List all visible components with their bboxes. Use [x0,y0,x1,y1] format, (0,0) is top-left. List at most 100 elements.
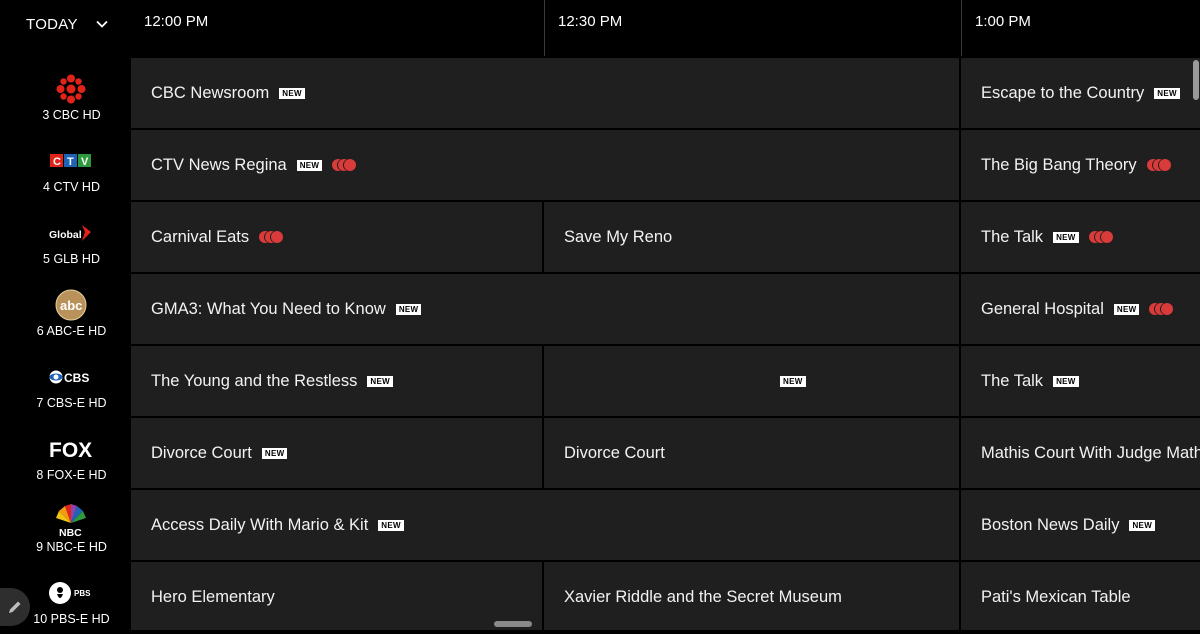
new-badge: NEW [395,303,422,315]
program-title: Mathis Court With Judge Mathis [981,443,1200,462]
ctv-logo-icon: C T V [41,142,101,180]
day-selector-label: TODAY [26,16,78,33]
record-series-icon [1149,302,1175,316]
program-cell[interactable]: The Talk NEW [961,346,1200,416]
channel-item[interactable]: abc 6 ABC-E HD [0,274,131,346]
time-slot-label: 12:00 PM [144,13,209,30]
svg-text:NBC: NBC [59,527,82,539]
svg-text:Global: Global [49,229,82,241]
day-selector[interactable]: TODAY [0,0,131,48]
program-title: Divorce Court [564,443,665,462]
program-title: CBC Newsroom [151,83,270,102]
program-cell[interactable]: Escape to the Country NEW [961,58,1200,128]
program-title: The Talk [981,371,1044,390]
vertical-scrollbar[interactable] [1193,60,1199,100]
channel-number: 6 ABC-E HD [36,324,107,338]
program-title: The Talk [981,227,1044,246]
time-slot: 1:00 PM [961,0,1200,56]
program-title: Hero Elementary [151,587,275,606]
channel-number: 4 CTV HD [43,180,100,194]
program-title: CTV News Regina [151,155,287,174]
global-logo-icon: Global [41,214,101,252]
program-title: Access Daily With Mario & Kit [151,515,369,534]
program-title: Boston News Daily [981,515,1120,534]
program-title: Pati's Mexican Table [981,587,1131,606]
record-series-icon [332,158,358,172]
new-badge: NEW [296,159,323,171]
time-header: 12:00 PM 12:30 PM 1:00 PM [131,0,1200,56]
program-cell[interactable]: Divorce Court [544,418,959,488]
pbs-logo-icon: PBS [41,574,101,612]
svg-text:abc: abc [60,298,82,313]
program-cell[interactable]: GMA3: What You Need to Know NEW [131,274,959,344]
channel-number: 9 NBC-E HD [36,540,107,554]
new-badge: NEW [279,87,305,99]
program-title: The Big Bang Theory [981,155,1137,174]
cbs-logo-icon: CBS [41,358,101,396]
program-cell[interactable]: CTV News Regina NEW [131,130,959,200]
svg-text:V: V [81,156,89,168]
svg-text:C: C [53,156,61,168]
record-series-icon [1146,158,1173,172]
new-badge: NEW [1113,303,1140,315]
program-cell[interactable]: The Talk NEW [961,202,1200,272]
fox-logo-icon: FOX [41,430,101,468]
new-badge: NEW [1053,375,1079,387]
record-series-icon [1088,230,1115,244]
cbc-logo-icon [41,70,101,108]
program-cell[interactable]: Pati's Mexican Table [961,562,1200,630]
program-cell[interactable]: The Big Bang Theory [961,130,1200,200]
program-title: The Young and the Restless [151,371,358,390]
chevron-down-icon [96,20,108,28]
svg-text:T: T [67,156,74,168]
program-grid: CBC Newsroom NEW Escape to the Country N… [131,58,1200,630]
new-badge: NEW [1053,231,1079,243]
new-badge: NEW [780,375,806,387]
channel-item[interactable]: Global 5 GLB HD [0,202,131,274]
pencil-icon [9,601,21,613]
program-title: General Hospital [981,299,1104,318]
new-badge: NEW [1154,87,1180,99]
new-badge: NEW [1129,519,1156,531]
svg-text:FOX: FOX [49,439,92,461]
program-cell[interactable]: Boston News Daily NEW [961,490,1200,560]
program-cell[interactable]: NEW [544,346,959,416]
channel-item[interactable]: 3 CBC HD [0,58,131,130]
channel-number: 3 CBC HD [42,108,101,122]
channel-number: 5 GLB HD [43,252,100,266]
program-cell[interactable]: General Hospital NEW [961,274,1200,344]
svg-text:PBS: PBS [74,589,91,598]
time-slot-label: 12:30 PM [558,13,623,30]
program-cell[interactable]: Carnival Eats [131,202,542,272]
nbc-logo-icon: NBC [41,502,101,540]
program-title: GMA3: What You Need to Know [151,299,386,318]
svg-text:CBS: CBS [64,371,89,385]
channel-item[interactable]: FOX 8 FOX-E HD [0,418,131,490]
program-cell[interactable]: Access Daily With Mario & Kit NEW [131,490,959,560]
horizontal-scrollbar[interactable] [494,621,532,627]
program-cell[interactable]: The Young and the Restless NEW [131,346,542,416]
channel-item[interactable]: NBC 9 NBC-E HD [0,490,131,562]
program-title: Escape to the Country [981,83,1145,102]
program-title: Carnival Eats [151,227,250,246]
program-title: Divorce Court [151,443,252,462]
program-title: Xavier Riddle and the Secret Museum [564,587,842,606]
program-cell[interactable]: CBC Newsroom NEW [131,58,959,128]
program-cell[interactable]: Mathis Court With Judge Mathis [961,418,1200,488]
new-badge: NEW [261,447,288,459]
time-slot: 12:00 PM [131,0,544,56]
program-cell[interactable]: Xavier Riddle and the Secret Museum [544,562,959,630]
program-cell[interactable]: Hero Elementary [131,562,542,630]
channel-number: 7 CBS-E HD [36,396,107,410]
new-badge: NEW [378,519,404,531]
channel-item[interactable]: CBS 7 CBS-E HD [0,346,131,418]
record-series-icon [259,230,285,244]
program-title: Save My Reno [564,227,673,246]
program-cell[interactable]: Divorce Court NEW [131,418,542,488]
program-cell[interactable]: Save My Reno [544,202,959,272]
time-slot: 12:30 PM [544,0,961,56]
new-badge: NEW [367,375,393,387]
channel-item[interactable]: C T V 4 CTV HD [0,130,131,202]
time-slot-label: 1:00 PM [975,13,1031,30]
channel-number: 8 FOX-E HD [36,468,107,482]
